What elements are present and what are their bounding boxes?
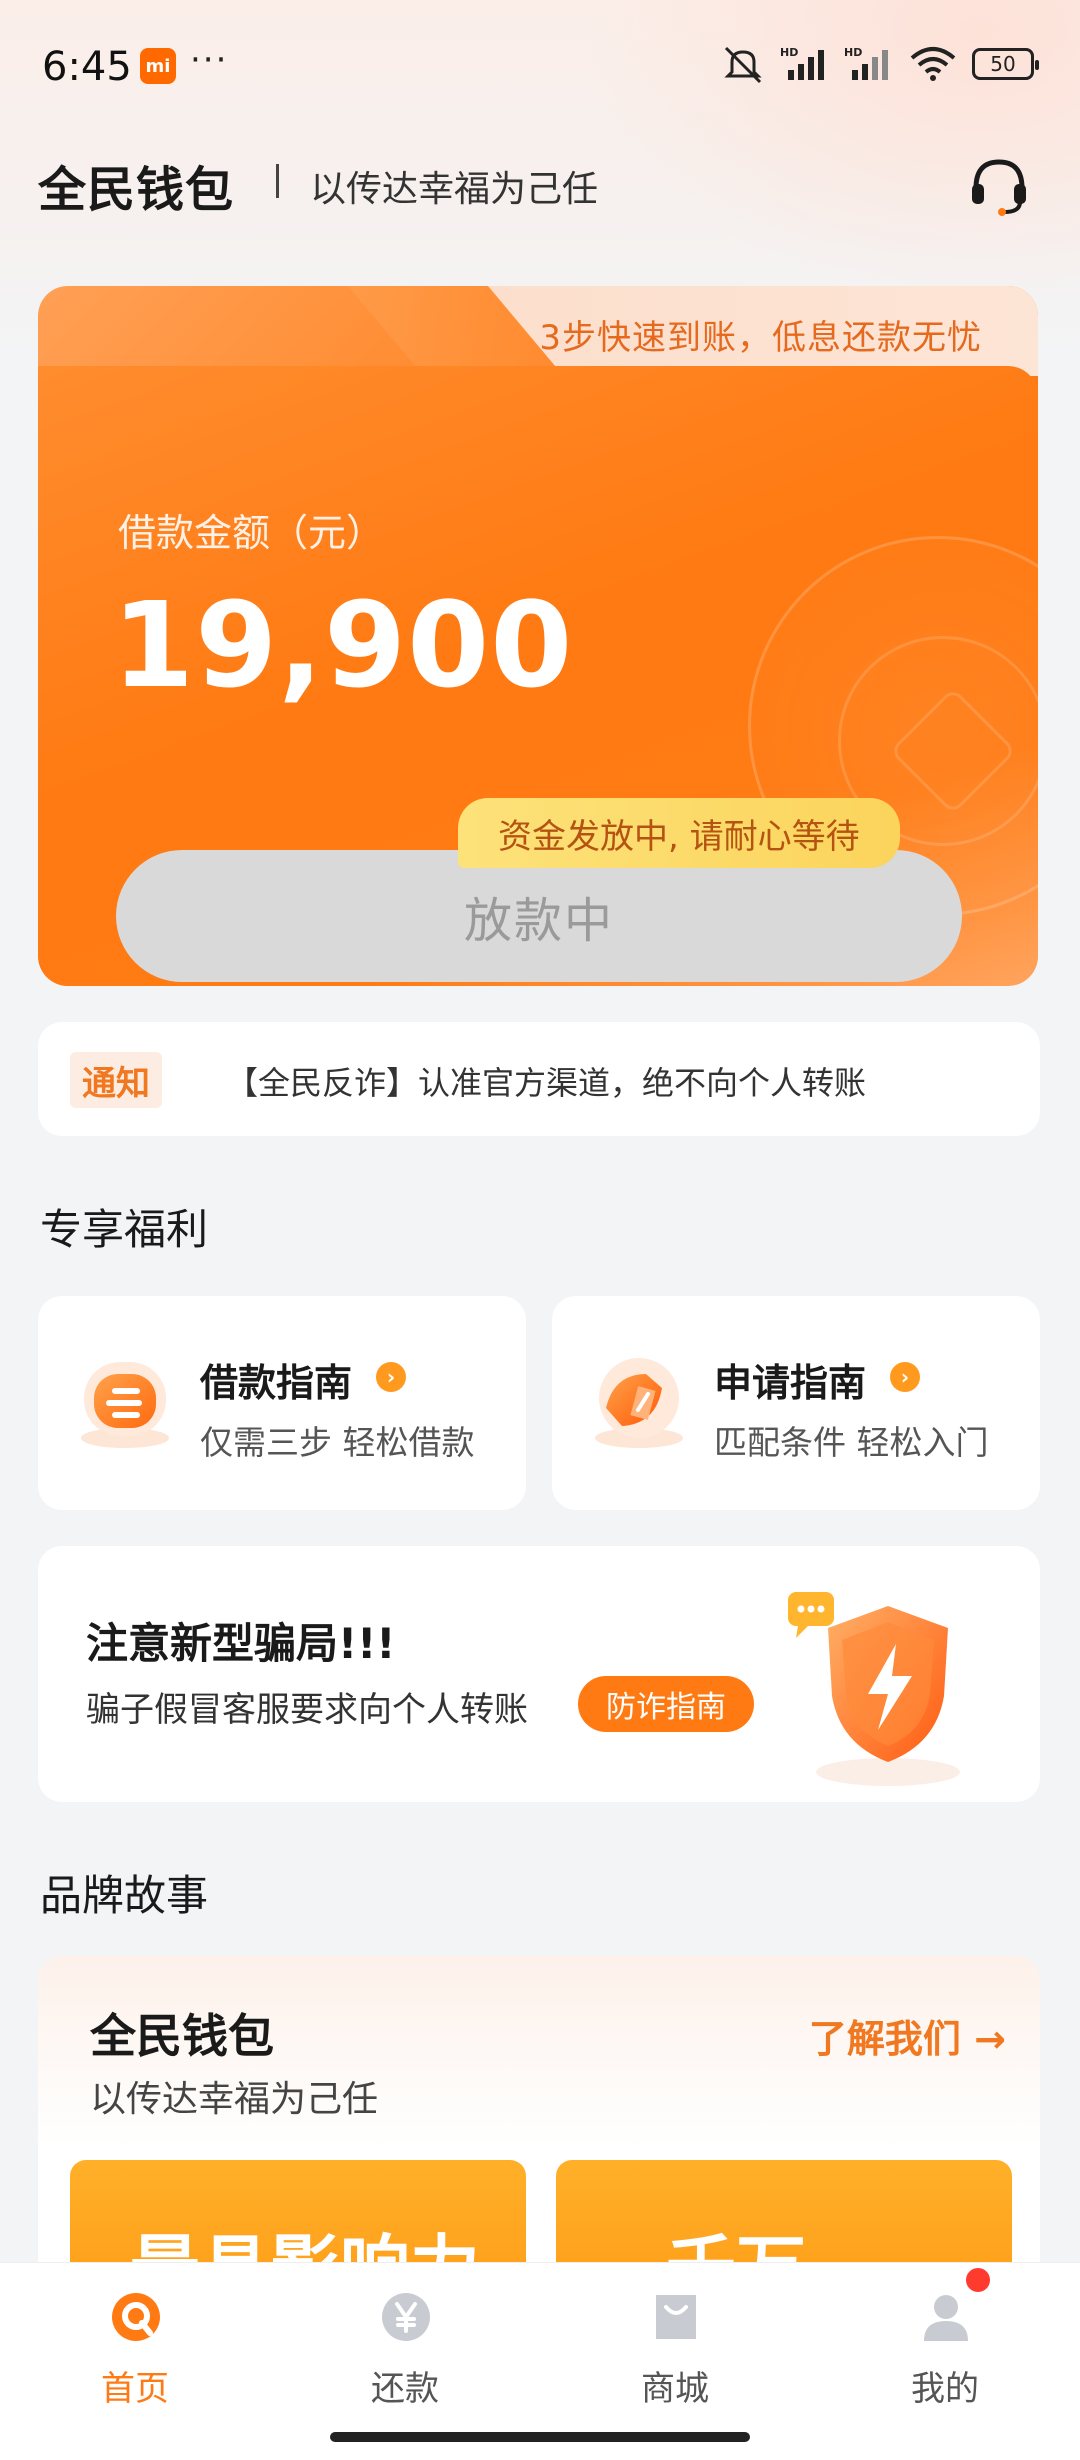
notice-tag: 通知 <box>70 1052 162 1108</box>
apply-guide-icon <box>595 1358 683 1448</box>
headset-icon[interactable] <box>964 150 1034 220</box>
nav-profile[interactable]: 我的 <box>810 2263 1080 2423</box>
yen-icon <box>382 2293 430 2341</box>
nav-home[interactable]: 首页 <box>0 2263 270 2423</box>
loan-card: 3步快速到账，低息还款无忧 借款金额（元） 19,900 资金发放中, 请耐心等… <box>38 286 1038 986</box>
apply-guide-subtitle: 匹配条件 轻松入门 <box>714 1423 989 1462</box>
brand-title: 全民钱包 <box>38 162 235 218</box>
nav-repay-label: 还款 <box>371 2369 439 2409</box>
svg-text:HD: HD <box>844 46 862 59</box>
loan-guide-title: 借款指南 <box>200 1361 353 1405</box>
brand-banner-millions[interactable]: 千万 <box>556 2160 1012 2276</box>
notice-text: 【全民反诈】认准官方渠道，绝不向个人转账 <box>226 1064 867 1102</box>
home-icon <box>112 2293 160 2341</box>
signal-hd-2-icon: HD <box>844 46 888 80</box>
status-time: 6:45 <box>42 44 132 90</box>
disbursing-button[interactable]: 放款中 <box>116 850 962 982</box>
svg-text:HD: HD <box>780 46 798 59</box>
bottom-navigation: 首页 还款 商城 我的 <box>0 2262 1080 2460</box>
brand-story-title: 全民钱包 <box>90 2009 274 2063</box>
nav-home-label: 首页 <box>101 2369 169 2409</box>
amount-value: 19,900 <box>112 576 574 714</box>
nav-profile-label: 我的 <box>911 2369 979 2409</box>
nav-repay[interactable]: 还款 <box>270 2263 540 2423</box>
battery-icon: 50 <box>972 48 1039 80</box>
nav-mall[interactable]: 商城 <box>540 2263 810 2423</box>
wifi-icon <box>910 47 956 81</box>
status-icons: HD HD 50 <box>720 44 1039 84</box>
loan-card-tagline: 3步快速到账，低息还款无忧 <box>539 318 982 358</box>
header-divider <box>276 164 279 198</box>
chevron-right-icon: › <box>376 1362 406 1392</box>
brand-story-card: 全民钱包 以传达幸福为己任 了解我们 → 最具影响力 千万 <box>38 1956 1040 2276</box>
loan-card-body: 借款金额（元） 19,900 资金发放中, 请耐心等待 放款中 <box>38 366 1038 986</box>
mi-notification-icon: mi <box>140 48 176 84</box>
notice-bar[interactable]: 通知 【全民反诈】认准官方渠道，绝不向个人转账 <box>38 1022 1040 1136</box>
loan-guide-card[interactable]: 借款指南 › 仅需三步 轻松借款 <box>38 1296 526 1510</box>
brand-story-section-title: 品牌故事 <box>40 1871 209 1920</box>
apply-guide-title: 申请指南 <box>714 1361 867 1405</box>
nav-mall-label: 商城 <box>641 2369 709 2409</box>
fraud-warning-card: 注意新型骗局!!! 骗子假冒客服要求向个人转账 防诈指南 <box>38 1546 1040 1802</box>
brand-story-subtitle: 以传达幸福为己任 <box>90 2079 379 2120</box>
brand-slogan: 以传达幸福为己任 <box>310 169 599 210</box>
amount-label: 借款金额（元） <box>118 511 385 555</box>
shield-lightning-icon <box>788 1592 960 1786</box>
apply-guide-card[interactable]: 申请指南 › 匹配条件 轻松入门 <box>552 1296 1040 1510</box>
about-us-link[interactable]: 了解我们 → <box>809 2008 1006 2063</box>
profile-notification-dot <box>966 2268 990 2292</box>
shopping-bag-icon <box>656 2295 696 2339</box>
loan-guide-subtitle: 仅需三步 轻松借款 <box>200 1423 475 1462</box>
fraud-warning-title: 注意新型骗局!!! <box>86 1619 396 1668</box>
home-indicator[interactable] <box>330 2432 750 2442</box>
mute-icon <box>724 46 762 84</box>
fraud-warning-subtitle: 骗子假冒客服要求向个人转账 <box>86 1690 528 1730</box>
disbursing-tip: 资金发放中, 请耐心等待 <box>458 798 900 868</box>
status-bar: 6:45 mi ··· HD HD 50 <box>0 0 1080 140</box>
more-notifications-icon: ··· <box>190 40 229 80</box>
benefits-section-title: 专享福利 <box>40 1205 209 1254</box>
chevron-right-icon: › <box>890 1362 920 1392</box>
profile-icon <box>924 2295 968 2341</box>
signal-hd-1-icon: HD <box>780 46 824 80</box>
loan-guide-icon <box>81 1362 169 1448</box>
brand-banner-influence[interactable]: 最具影响力 <box>70 2160 526 2276</box>
anti-fraud-guide-button[interactable]: 防诈指南 <box>578 1676 754 1732</box>
